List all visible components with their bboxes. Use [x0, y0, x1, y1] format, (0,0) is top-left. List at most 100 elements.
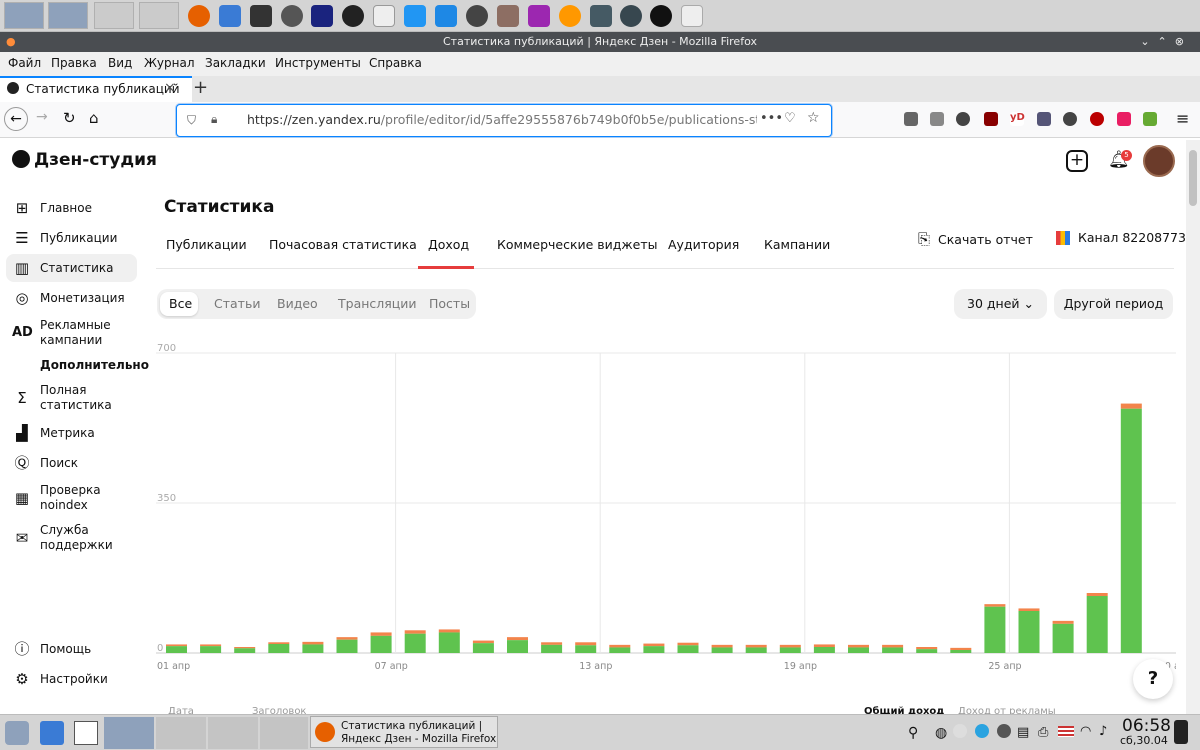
- filter-posts[interactable]: Посты: [429, 296, 470, 311]
- app-menu-icon[interactable]: [5, 721, 29, 745]
- home-button[interactable]: ⌂: [89, 109, 99, 127]
- sidebar-item-monetization[interactable]: ◎ Монетизация: [12, 289, 124, 307]
- blank-launcher-icon[interactable]: [681, 5, 703, 27]
- workspace-2[interactable]: [48, 2, 88, 29]
- forward-button[interactable]: →: [36, 109, 48, 125]
- sidebar-item-main[interactable]: ⊞ Главное: [12, 199, 92, 217]
- audio-launcher-icon[interactable]: [559, 5, 581, 27]
- sidebar-item-support[interactable]: ✉ Служба поддержки: [12, 523, 120, 553]
- browser-tab[interactable]: Статистика публикаций ×: [0, 76, 192, 102]
- taskbar-desktop-icon[interactable]: [74, 721, 98, 745]
- tray-indicator-icon[interactable]: ◍: [935, 725, 947, 741]
- zen-studio-logo[interactable]: Дзен-студия: [12, 150, 157, 170]
- taskbar-workspace-2[interactable]: [156, 717, 206, 749]
- keyboard-layout-flag-icon[interactable]: [1058, 726, 1074, 737]
- ublock-icon[interactable]: [984, 112, 998, 126]
- scrollbar-thumb[interactable]: [1189, 150, 1197, 206]
- help-float-button[interactable]: ?: [1133, 659, 1173, 699]
- menu-edit[interactable]: Правка: [51, 56, 97, 70]
- download-report-button[interactable]: ⎘ Скачать отчет: [918, 230, 1033, 248]
- new-tab-button[interactable]: +: [193, 77, 208, 98]
- menu-history[interactable]: Журнал: [144, 56, 195, 70]
- create-button[interactable]: +: [1066, 150, 1088, 172]
- workspace-1[interactable]: [4, 2, 44, 29]
- page-scrollbar[interactable]: [1186, 140, 1200, 714]
- files-launcher-icon[interactable]: [219, 5, 241, 27]
- taskbar-workspace-3[interactable]: [208, 717, 258, 749]
- sidebar-item-ad-campaigns[interactable]: AD Рекламные кампании: [12, 318, 120, 348]
- tracking-shield-icon[interactable]: ⛉: [187, 113, 196, 128]
- video-launcher-icon[interactable]: [590, 5, 612, 27]
- menu-help[interactable]: Справка: [369, 56, 422, 70]
- db-launcher-icon[interactable]: [528, 5, 550, 27]
- tray-bluetooth-icon[interactable]: ⚲: [908, 725, 918, 741]
- tab-close-icon[interactable]: ×: [164, 80, 176, 96]
- channel-selector[interactable]: Канал 82208773: [1056, 230, 1186, 245]
- menu-tools[interactable]: Инструменты: [275, 56, 361, 70]
- lock-icon[interactable]: 🔒︎: [211, 112, 217, 127]
- tray-vpn-icon[interactable]: [997, 724, 1011, 738]
- a-launcher-icon[interactable]: [650, 5, 672, 27]
- tab-campaigns[interactable]: Кампании: [764, 237, 830, 252]
- tab-hourly[interactable]: Почасовая статистика: [269, 237, 417, 252]
- tray-printer-icon[interactable]: ⎙: [1038, 725, 1048, 740]
- tray-clipboard-icon[interactable]: ▤: [1017, 725, 1029, 740]
- vr-launcher-icon[interactable]: [620, 5, 642, 27]
- account-icon[interactable]: [956, 112, 970, 126]
- taskbar-files-icon[interactable]: [40, 721, 64, 745]
- extension-2-icon[interactable]: [1063, 112, 1077, 126]
- workspace-3[interactable]: [94, 2, 134, 29]
- calc-launcher-icon[interactable]: [311, 5, 333, 27]
- extension-3-icon[interactable]: [1090, 112, 1104, 126]
- tab-audience[interactable]: Аудитория: [668, 237, 739, 252]
- filter-articles[interactable]: Статьи: [214, 296, 260, 311]
- avatar[interactable]: [1143, 145, 1175, 177]
- extension-1-icon[interactable]: [1037, 112, 1051, 126]
- sidebar-item-publications[interactable]: ☰ Публикации: [12, 229, 117, 247]
- tray-power-icon[interactable]: [1174, 720, 1188, 744]
- window-controls[interactable]: ⌄⌃⊗: [1140, 32, 1192, 52]
- yandex-disk-icon[interactable]: yD: [1010, 112, 1025, 126]
- extension-4-icon[interactable]: [1117, 112, 1131, 126]
- inkscape-launcher-icon[interactable]: [466, 5, 488, 27]
- store-launcher-icon[interactable]: [404, 5, 426, 27]
- tab-income[interactable]: Доход: [428, 237, 469, 252]
- library-icon[interactable]: [904, 112, 918, 126]
- clock-date[interactable]: сб,30.04: [1120, 734, 1168, 747]
- taskbar-workspace-4[interactable]: [260, 717, 308, 749]
- doc-launcher-icon[interactable]: [435, 5, 457, 27]
- obs-launcher-icon[interactable]: [342, 5, 364, 27]
- period-dropdown[interactable]: 30 дней ⌄: [954, 289, 1047, 319]
- filter-streams[interactable]: Трансляции: [338, 296, 417, 311]
- menu-file[interactable]: Файл: [8, 56, 41, 70]
- clock-time[interactable]: 06:58: [1122, 716, 1171, 736]
- sidebar-item-full-stats[interactable]: Σ Полная статистика: [12, 383, 120, 413]
- tab-publications[interactable]: Публикации: [166, 237, 247, 252]
- sidebar-item-metrika[interactable]: ▟ Метрика: [12, 424, 95, 442]
- apps-launcher-icon[interactable]: [281, 5, 303, 27]
- tab-commercial-widgets[interactable]: Коммерческие виджеты: [497, 237, 658, 252]
- tray-volume-icon[interactable]: ♪: [1099, 724, 1107, 739]
- tray-skype-icon[interactable]: [953, 724, 967, 738]
- pocket-icon[interactable]: ♡: [784, 111, 796, 126]
- hamburger-menu-icon[interactable]: ≡: [1176, 109, 1189, 128]
- sidebar-toggle-icon[interactable]: [930, 112, 944, 126]
- sidebar-item-help[interactable]: ⓘ Помощь: [12, 640, 91, 658]
- sidebar-item-search[interactable]: Ⓠ Поиск: [12, 454, 78, 472]
- download-extension-icon[interactable]: [1143, 112, 1157, 126]
- gimp-launcher-icon[interactable]: [497, 5, 519, 27]
- terminal-launcher-icon[interactable]: [250, 5, 272, 27]
- sidebar-item-statistics[interactable]: ▥ Статистика: [12, 259, 114, 277]
- bookmark-star-icon[interactable]: ☆: [807, 110, 820, 126]
- text-editor-launcher-icon[interactable]: [373, 5, 395, 27]
- page-actions-icon[interactable]: •••: [760, 111, 783, 126]
- menu-view[interactable]: Вид: [108, 56, 132, 70]
- filter-all[interactable]: Все: [169, 296, 192, 311]
- sidebar-item-settings[interactable]: ⚙ Настройки: [12, 670, 108, 688]
- other-period-button[interactable]: Другой период: [1054, 289, 1173, 319]
- reload-button[interactable]: ↻: [63, 109, 76, 127]
- tray-wifi-icon[interactable]: ◠: [1080, 724, 1091, 739]
- filter-video[interactable]: Видео: [277, 296, 318, 311]
- taskbar-firefox-window[interactable]: Статистика публикаций | Яндекс Дзен - Mo…: [310, 716, 498, 748]
- tray-telegram-icon[interactable]: [975, 724, 989, 738]
